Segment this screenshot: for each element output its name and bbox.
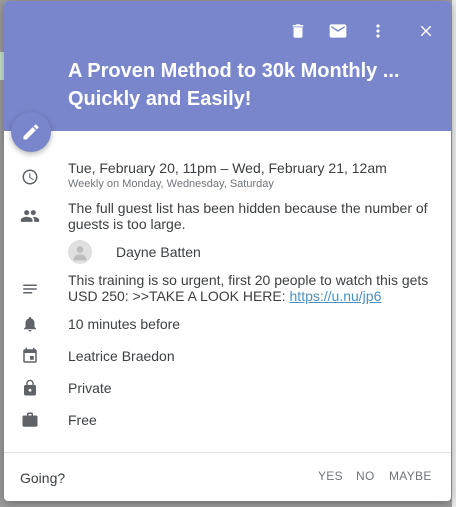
- briefcase-icon: [22, 412, 38, 427]
- email-icon: [329, 24, 347, 38]
- trash-icon: [292, 24, 304, 38]
- footer-divider: [4, 452, 451, 453]
- guests-row-icon: [20, 206, 40, 226]
- bell-icon: [24, 316, 36, 332]
- event-description: This training is so urgent, first 20 peo…: [68, 272, 438, 304]
- event-recurrence: Weekly on Monday, Wednesday, Saturday: [68, 178, 274, 190]
- event-visibility: Private: [68, 380, 112, 396]
- rsvp-no-button[interactable]: NO: [356, 469, 375, 483]
- rsvp-yes-button[interactable]: YES: [318, 469, 343, 483]
- guest-list-note: The full guest list has been hidden beca…: [68, 200, 428, 232]
- close-icon: [420, 25, 432, 37]
- calendar-owner: Leatrice Braedon: [68, 348, 175, 364]
- person-icon: [73, 246, 87, 261]
- email-guests-button[interactable]: [326, 19, 350, 43]
- clock-icon: [22, 169, 38, 185]
- event-reminder: 10 minutes before: [68, 316, 181, 332]
- event-header: A Proven Method to 30k Monthly ... Quick…: [4, 1, 451, 131]
- close-button[interactable]: [414, 19, 438, 43]
- edit-event-button[interactable]: [11, 112, 51, 152]
- time-row-icon: [20, 167, 40, 187]
- description-row-icon: [20, 279, 40, 299]
- calendar-row-icon: [20, 346, 40, 366]
- event-availability: Free: [68, 412, 97, 428]
- guest-name: Dayne Batten: [116, 244, 201, 260]
- event-title: A Proven Method to 30k Monthly ... Quick…: [68, 60, 400, 110]
- background-right-strip: [452, 0, 456, 507]
- availability-row-icon: [20, 410, 40, 430]
- description-link[interactable]: https://u.nu/jp6: [290, 288, 382, 304]
- delete-button[interactable]: [286, 19, 310, 43]
- more-options-button[interactable]: [366, 19, 390, 43]
- visibility-row-icon: [20, 378, 40, 398]
- calendar-icon: [23, 347, 37, 363]
- event-detail-card: A Proven Method to 30k Monthly ... Quick…: [4, 1, 451, 501]
- rsvp-prompt: Going?: [20, 470, 66, 486]
- lock-icon: [24, 379, 36, 396]
- reminder-row-icon: [20, 314, 40, 334]
- edit-pencil-icon: [23, 124, 39, 140]
- people-icon: [20, 210, 40, 222]
- more-vert-icon: [376, 24, 380, 38]
- rsvp-maybe-button[interactable]: MAYBE: [389, 469, 432, 483]
- avatar: [68, 240, 92, 264]
- notes-icon: [23, 284, 37, 294]
- event-time: Tue, February 20, 11pm – Wed, February 2…: [68, 160, 387, 176]
